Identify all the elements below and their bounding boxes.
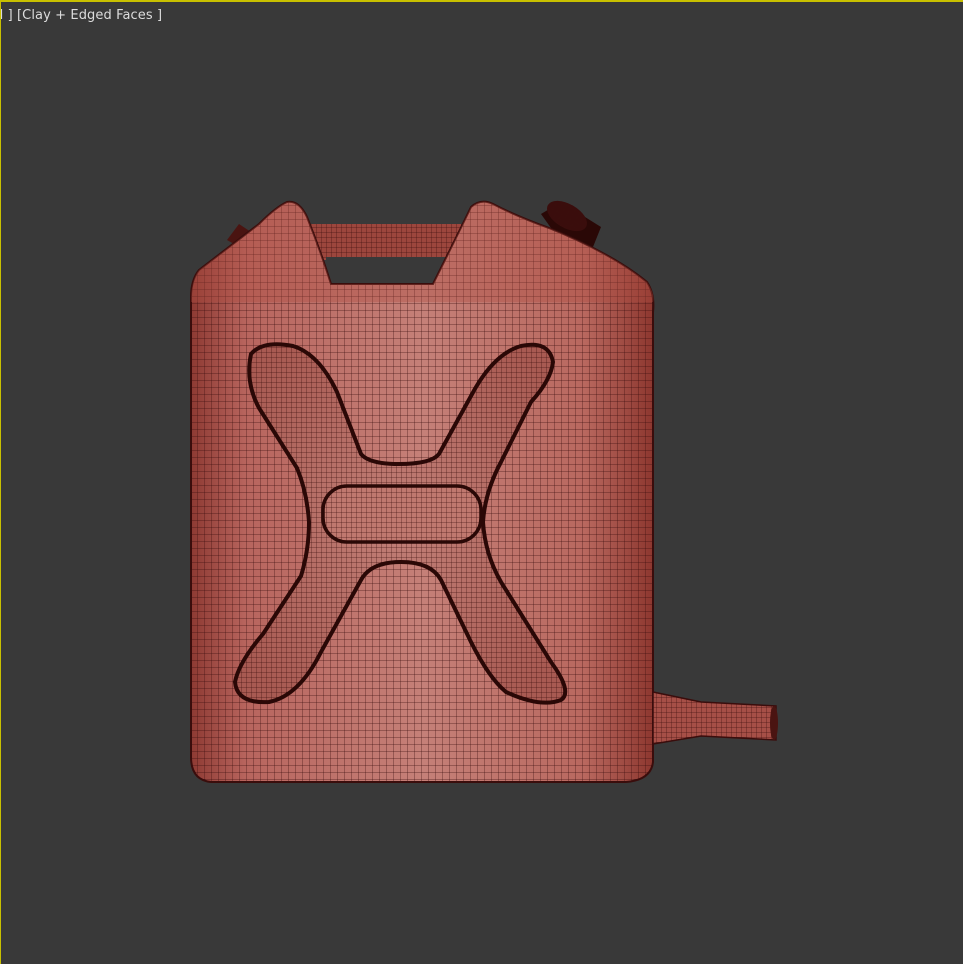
jerry-can-model[interactable] bbox=[1, 2, 963, 964]
viewport-active[interactable]: d ] [Clay + Edged Faces ] bbox=[0, 0, 963, 964]
spout bbox=[652, 691, 778, 745]
